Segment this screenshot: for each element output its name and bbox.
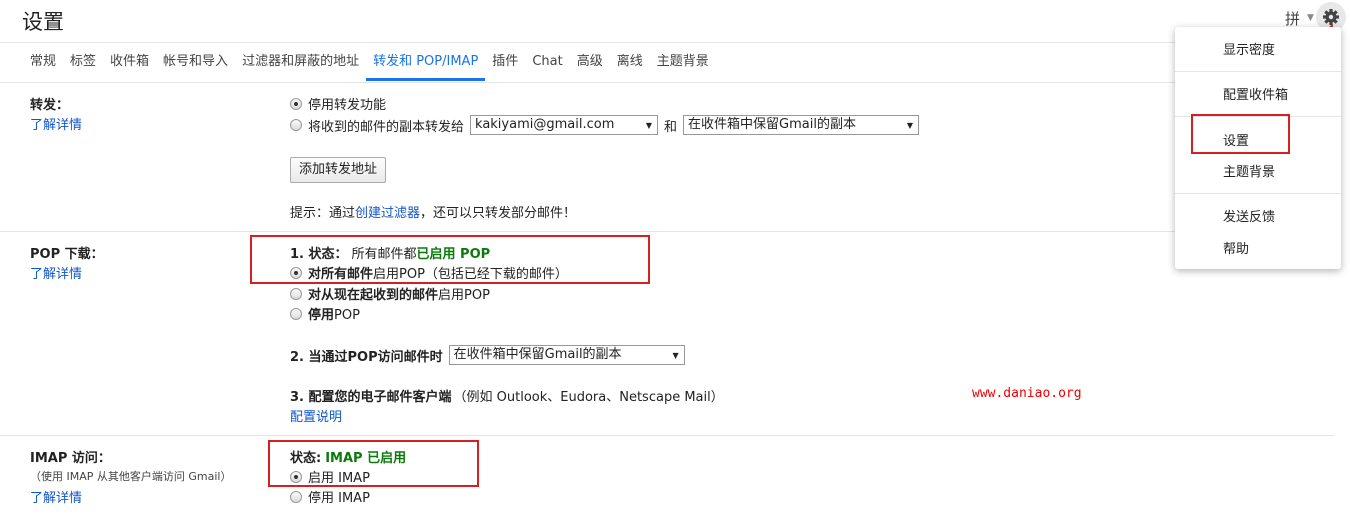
pop-disable-radio[interactable] (290, 307, 302, 320)
configuration-instructions-link[interactable]: 配置说明 (290, 406, 342, 425)
imap-disable-radio[interactable] (290, 490, 302, 503)
menu-item-configure-inbox[interactable]: 配置收件箱 (1223, 84, 1288, 103)
pop-option-1-text: 启用POP（包括已经下载的邮件） (373, 267, 568, 282)
pop-step2-label: 2. 当通过POP访问邮件时 (290, 349, 443, 365)
tab-forwarding-pop-imap[interactable]: 转发和 POP/IMAP (366, 52, 486, 81)
input-method-indicator[interactable]: 拼 (1285, 8, 1300, 29)
imap-status-label: 状态: (290, 451, 322, 466)
pop-step3-example: （例如 Outlook、Eudora、Netscape Mail） (453, 390, 724, 405)
imap-learn-more-link[interactable]: 了解详情 (30, 487, 82, 506)
tab-general[interactable]: 常规 (30, 52, 63, 81)
forwarding-hint-suffix: ，还可以只转发部分邮件！ (420, 206, 577, 221)
forward-address-select[interactable]: kakiyami@gmail.com (470, 115, 659, 135)
pop-option-3-text: POP (334, 308, 360, 323)
tab-offline[interactable]: 离线 (610, 52, 650, 81)
create-filter-link[interactable]: 创建过滤器 (355, 202, 420, 221)
imap-disable-label: 停用 IMAP (308, 491, 370, 506)
menu-item-send-feedback[interactable]: 发送反馈 (1223, 206, 1275, 225)
imap-label: IMAP 访问： (30, 451, 111, 466)
forwarding-learn-more-link[interactable]: 了解详情 (30, 114, 82, 133)
imap-enable-label: 启用 IMAP (308, 471, 370, 486)
tab-labels[interactable]: 标签 (63, 52, 103, 81)
menu-item-display-density[interactable]: 显示密度 (1223, 39, 1275, 58)
menu-item-help[interactable]: 帮助 (1223, 238, 1249, 257)
forwarding-enable-label: 将收到的邮件的副本转发给 (308, 119, 465, 135)
tab-addons[interactable]: 插件 (485, 52, 525, 81)
pop-step3-label: 3. 配置您的电子邮件客户端 (290, 390, 452, 405)
pop-label: POP 下载： (30, 247, 104, 262)
page-title: 设置 (22, 10, 64, 34)
forwarding-label: 转发： (30, 98, 70, 113)
tab-chat[interactable]: Chat (525, 52, 569, 81)
tab-filters[interactable]: 过滤器和屏蔽的地址 (235, 52, 366, 81)
tab-advanced[interactable]: 高级 (570, 52, 610, 81)
pop-option-1-bold: 对所有邮件 (308, 267, 374, 282)
settings-dropdown-menu: 显示密度 配置收件箱 设置 主题背景 发送反馈 帮助 (1175, 27, 1341, 269)
forwarding-disable-label: 停用转发功能 (308, 98, 387, 113)
imap-status-value: IMAP 已启用 (325, 451, 407, 466)
pop-option-2-text: 启用POP (438, 288, 490, 303)
forwarding-disable-radio[interactable] (290, 97, 302, 110)
pop-option-3-bold: 停用 (308, 308, 335, 323)
pop-status-value: 已启用 POP (416, 247, 491, 262)
pop-access-action-select[interactable]: 在收件箱中保留Gmail的副本 (448, 345, 685, 365)
forwarding-and-text: 和 (664, 119, 678, 135)
pop-option-2-bold: 对从现在起收到的邮件 (308, 288, 439, 303)
menu-item-settings[interactable]: 设置 (1223, 130, 1249, 149)
add-forwarding-address-button[interactable]: 添加转发地址 (290, 157, 387, 183)
pop-all-mail-radio[interactable] (290, 266, 302, 279)
pop-status-label: 1. 状态： (290, 247, 348, 262)
settings-tabs: 常规 标签 收件箱 帐号和导入 过滤器和屏蔽的地址 转发和 POP/IMAP 插… (30, 52, 716, 82)
tab-inbox[interactable]: 收件箱 (103, 52, 156, 81)
tab-themes[interactable]: 主题背景 (650, 52, 716, 81)
watermark-text: www.daniao.org (972, 386, 1082, 401)
tab-accounts[interactable]: 帐号和导入 (156, 52, 235, 81)
pop-status-text: 所有邮件都 (351, 247, 417, 262)
forward-keep-copy-select[interactable]: 在收件箱中保留Gmail的副本 (683, 115, 920, 135)
pop-from-now-radio[interactable] (290, 287, 302, 300)
pop-learn-more-link[interactable]: 了解详情 (30, 263, 82, 282)
imap-enable-radio[interactable] (290, 470, 302, 483)
forwarding-enable-radio[interactable] (290, 119, 302, 131)
forwarding-hint-prefix: 提示：通过 (290, 206, 356, 221)
menu-item-themes[interactable]: 主题背景 (1223, 161, 1275, 180)
imap-sublabel: （使用 IMAP 从其他客户端访问 Gmail） (30, 470, 232, 483)
